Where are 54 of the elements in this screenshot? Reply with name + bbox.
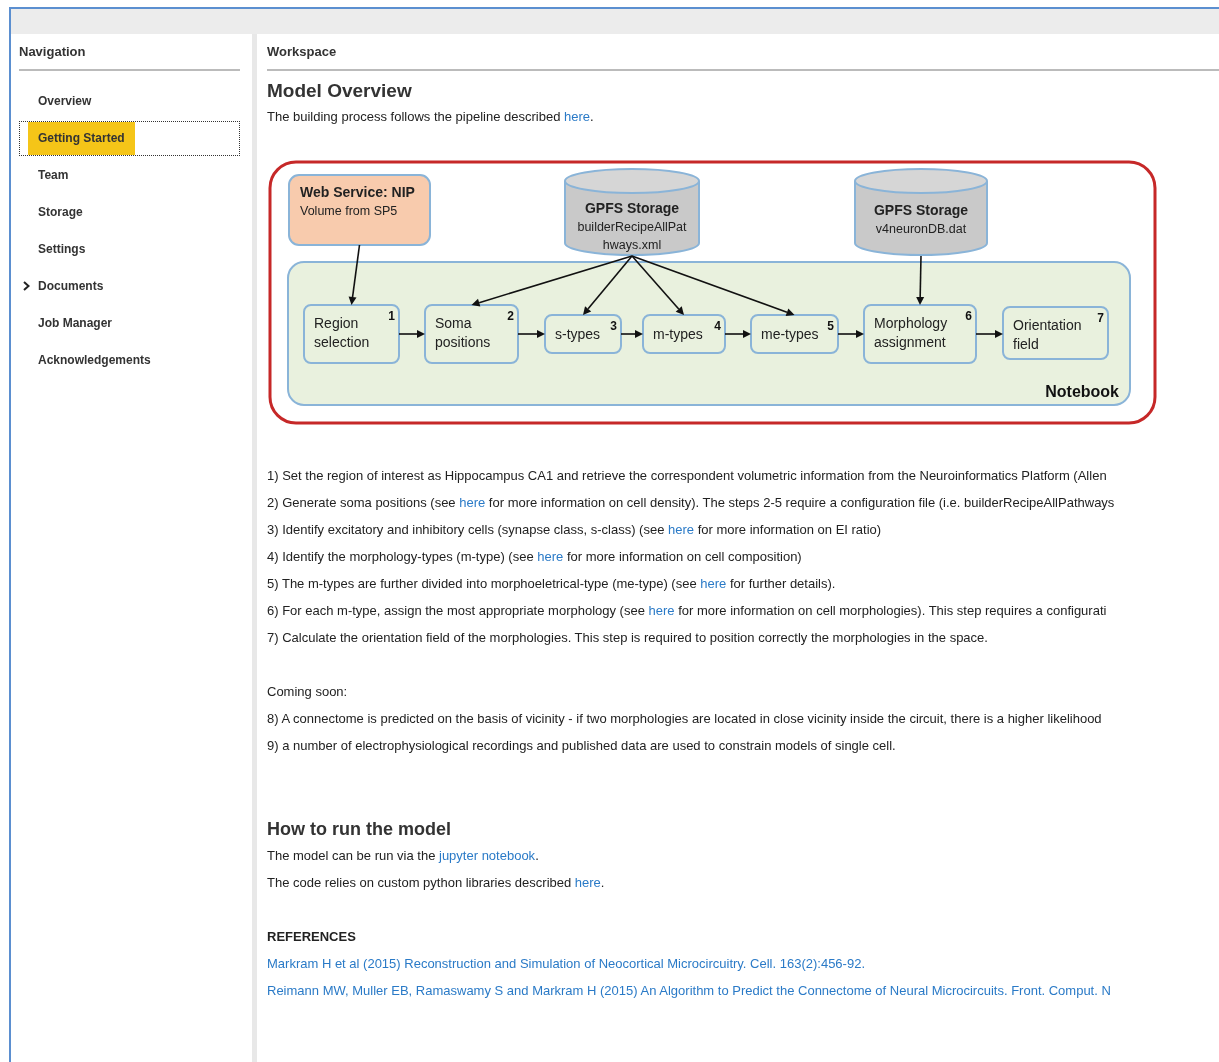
- section-heading: How to run the model: [267, 817, 452, 841]
- body-text: The model can be run via the jupyter notebook.: [267, 846, 540, 865]
- sidebar-title: Navigation: [19, 42, 240, 71]
- step-text: 6) For each m-type, assign the most appropriate morphology (see here for more information on cell morphologies). This step requires a configurati: [267, 601, 1108, 620]
- sidebar-item[interactable]: Documents: [19, 268, 240, 304]
- link[interactable]: here: [700, 575, 727, 591]
- step-text: 7) Calculate the orientation field of the morphologies. This step is required to position correctly the morphologies in the space.: [267, 628, 989, 647]
- arrow: [724, 329, 751, 338]
- workspace-title: Workspace: [267, 42, 1219, 71]
- pipeline-step: s-types 3: [544, 313, 622, 354]
- arrow: [916, 254, 925, 305]
- sidebar-item[interactable]: Overview: [19, 83, 240, 119]
- coming-soon-text: 8) A connectome is predicted on the basis of vicinity - if two morphologies are located in close vicinity inside the circuit, there is a higher likelihood: [267, 709, 1103, 728]
- storage-cylinder: GPFS Storage builderRecipeAllPat hways.xml: [564, 167, 700, 256]
- arrow: [398, 329, 425, 338]
- sidebar-item[interactable]: Job Manager: [19, 305, 240, 341]
- intro-text: The building process follows the pipeline described here.: [267, 107, 595, 126]
- body-text: The code relies on custom python libraries described here.: [267, 873, 606, 892]
- link[interactable]: here: [668, 521, 695, 537]
- arrow: [348, 243, 361, 305]
- sidebar-item[interactable]: Team: [19, 157, 240, 193]
- pipeline-step: Region selection 1: [303, 303, 400, 364]
- pipeline-step: m-types 4: [642, 313, 726, 354]
- chevron-right-icon[interactable]: [23, 281, 30, 291]
- arrow: [837, 329, 864, 338]
- step-text: 5) The m-types are further divided into morphoeletrical-type (me-type) (see here for further details).: [267, 574, 837, 593]
- step-text: 1) Set the region of interest as Hippocampus CA1 and retrieve the correspondent volumetric information from the Neuroinformatics Platform (Allen: [267, 466, 1108, 485]
- arrow: [620, 329, 643, 338]
- section-heading: Model Overview: [267, 78, 413, 103]
- sidebar-item[interactable]: Settings: [19, 231, 240, 267]
- pipeline-step: me-types 5: [750, 313, 839, 354]
- pipeline-step: Morphology assignment 6: [863, 303, 977, 364]
- reference-link[interactable]: Markram H et al (2015) Reconstruction and Simulation of Neocortical Microcircuitry. Cell. 163(2):456-92.: [267, 949, 1219, 977]
- link[interactable]: here: [574, 874, 601, 890]
- arrow: [517, 329, 545, 338]
- step-text: 2) Generate soma positions (see here for more information on cell density). The steps 2-5 require a configuration file (i.e. builderRecipeAllPathways: [267, 493, 1116, 512]
- coming-soon-text: 9) a number of electrophysiological recordings and published data are used to constrain models of single cell.: [267, 736, 897, 755]
- sidebar-item[interactable]: Acknowledgements: [19, 342, 240, 378]
- pipeline-step: Soma positions 2: [424, 303, 519, 364]
- service-node: Web Service: NIP Volume from SP5: [288, 173, 431, 246]
- step-text: 4) Identify the morphology-types (m-type) (see here for more information on cell composition): [267, 547, 803, 566]
- coming-soon-label: Coming soon:: [267, 682, 349, 701]
- link[interactable]: here: [459, 494, 486, 510]
- sidebar-item[interactable]: Storage: [19, 194, 240, 230]
- link[interactable]: here: [564, 108, 591, 124]
- pipeline-step: Orientation field 7: [1002, 305, 1109, 360]
- references-title: REFERENCES: [267, 927, 357, 946]
- storage-cylinder: GPFS Storage v4neuronDB.dat: [854, 167, 988, 256]
- arrow: [975, 329, 1003, 338]
- reference-link[interactable]: Reimann MW, Muller EB, Ramaswamy S and Markram H (2015) An Algorithm to Predict the Connectome of Neural Microcircuits. Front. Comput. N: [267, 976, 1219, 1004]
- link[interactable]: here: [648, 602, 675, 618]
- link[interactable]: here: [537, 548, 564, 564]
- step-text: 3) Identify excitatory and inhibitory cells (synapse class, s-class) (see here for more information on EI ratio): [267, 520, 883, 539]
- sidebar-item[interactable]: Getting Started: [19, 120, 240, 156]
